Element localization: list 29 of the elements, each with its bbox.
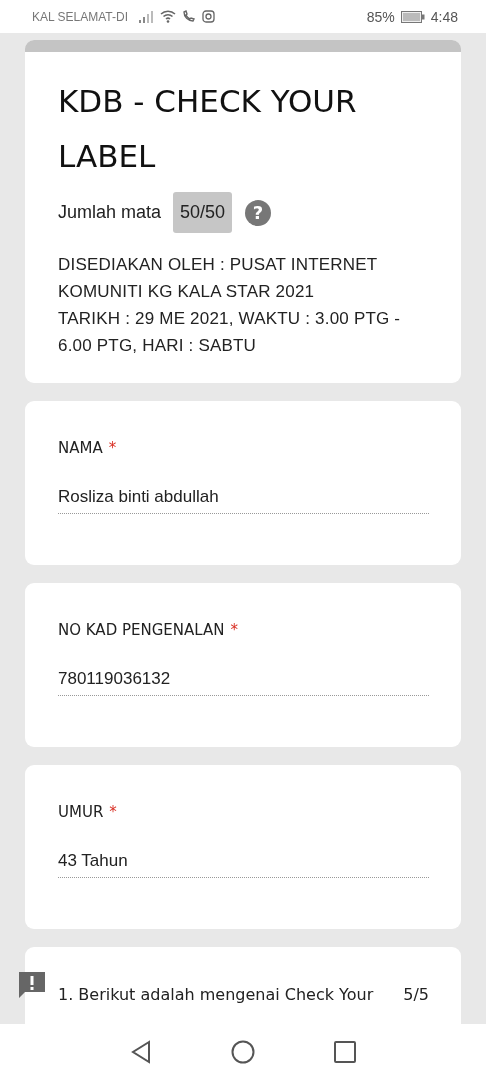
question-label: UMUR: [58, 803, 104, 821]
camera-icon: [202, 10, 216, 23]
question-label: NO KAD PENGENALAN: [58, 621, 225, 639]
wifi-icon: [160, 10, 177, 23]
question-text: 1. Berikut adalah mengenai Check Your: [58, 985, 374, 1004]
required-asterisk: *: [109, 803, 117, 821]
answer-field[interactable]: Rosliza binti abdullah: [58, 487, 429, 514]
form-description: TARIKH : 29 ME 2021, WAKTU : 3.00 PTG - 6.00 PTG, HARI : SABTU: [58, 308, 402, 357]
answer-field[interactable]: 780119036132: [58, 669, 429, 696]
question-score: 5/5: [403, 985, 429, 1004]
required-asterisk: *: [230, 621, 238, 639]
answer-field[interactable]: 43 Tahun: [58, 851, 429, 878]
required-asterisk: *: [108, 439, 117, 457]
back-icon[interactable]: [130, 1040, 152, 1064]
recents-icon[interactable]: [334, 1041, 356, 1063]
battery-icon: [400, 10, 425, 23]
help-icon[interactable]: ?: [244, 198, 273, 227]
feedback-icon[interactable]: [18, 971, 46, 999]
form-title: KDB - CHECK YOUR LABEL: [58, 82, 358, 176]
carrier-name: KAL SELAMAT-DI: [32, 9, 129, 24]
score-label: Jumlah mata: [58, 202, 162, 223]
clock-time: 4:48: [430, 8, 458, 25]
home-icon[interactable]: [231, 1040, 255, 1064]
signal-icon: [138, 10, 155, 23]
form-description: DISEDIAKAN OLEH : PUSAT INTERNET KOMUNITI KG KALA STAR 2021: [58, 254, 379, 303]
battery-percent: 85%: [366, 8, 395, 25]
score-total: 50/50: [173, 192, 233, 233]
phone-call-icon: [182, 10, 197, 23]
question-label: NAMA: [58, 439, 103, 457]
